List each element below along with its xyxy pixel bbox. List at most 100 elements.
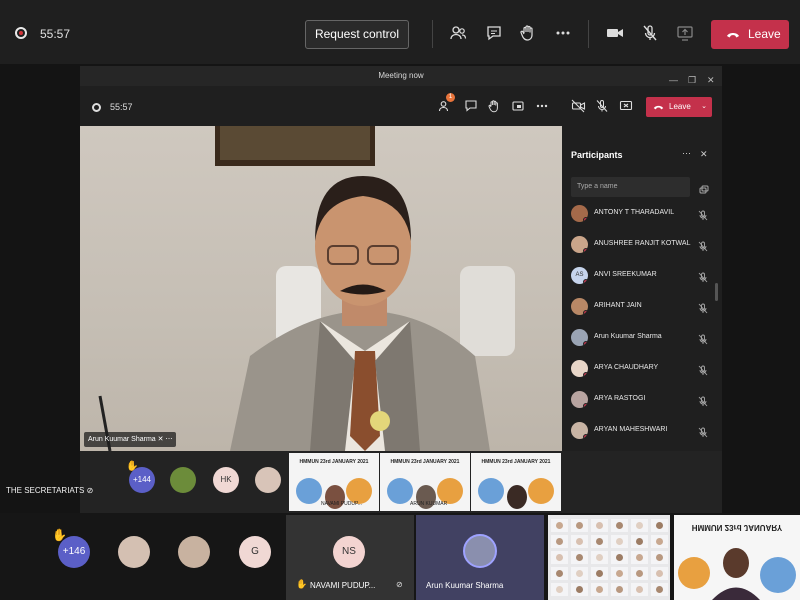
poster-text: HMMUN 23rd JANUARY 2021 (299, 459, 369, 465)
leave-label: Leave (748, 27, 781, 41)
request-control-button[interactable]: Request control (305, 20, 409, 49)
participant-avatar (571, 298, 588, 315)
gallery-face (616, 522, 623, 529)
panel-scrollbar[interactable] (715, 283, 718, 301)
participant-row[interactable]: ARYA CHAUDHARY (571, 359, 711, 379)
mic-off-icon[interactable] (698, 239, 708, 257)
mic-off-icon[interactable] (698, 270, 708, 288)
mic-off-icon[interactable] (698, 208, 708, 226)
overflow-count[interactable]: +146 (58, 536, 90, 568)
gallery-face (616, 570, 623, 577)
camera-off-icon[interactable] (570, 98, 586, 114)
mic-off-icon: ⊘ (396, 580, 403, 589)
share-screen-icon[interactable] (674, 22, 696, 44)
gallery-face (636, 522, 643, 529)
breakout-rooms-icon[interactable] (510, 98, 526, 114)
shared-meeting-window: Meeting now — ❐ ✕ 55:57 1 Leave ⌄ Arun K… (80, 66, 722, 513)
more-icon[interactable] (534, 98, 550, 114)
mic-off-icon[interactable] (698, 332, 708, 350)
secretariat-label-text: THE SECRETARIATS (6, 486, 85, 495)
status-dot-icon (583, 279, 588, 284)
leave-button[interactable]: Leave (711, 20, 789, 49)
status-dot-icon (583, 403, 588, 408)
gallery-face (636, 586, 643, 593)
inner-leave-button[interactable]: Leave ⌄ (646, 97, 712, 117)
recording-icon (15, 27, 27, 39)
participant-avatar (571, 329, 588, 346)
window-title: Meeting now (378, 71, 424, 80)
mic-off-icon[interactable] (594, 98, 610, 114)
gallery-face (596, 538, 603, 545)
status-dot-icon (583, 434, 588, 439)
mic-off-icon[interactable] (698, 301, 708, 319)
gallery-face (556, 586, 563, 593)
window-title-bar: Meeting now — ❐ ✕ (80, 66, 722, 86)
inner-toolbar: 55:57 1 Leave ⌄ (80, 86, 722, 126)
gallery-face (636, 554, 643, 561)
raise-hand-icon[interactable] (517, 22, 539, 44)
camera-icon[interactable] (604, 22, 626, 44)
participant-search-input[interactable]: Type a name (571, 177, 690, 197)
stop-share-icon[interactable] (618, 98, 634, 114)
participant-initials-hk: HK (213, 467, 239, 493)
participant-name: ANVI SREEKUMAR (594, 271, 657, 278)
gallery-strip: ✋ +146 G NS ✋ NAVAMI PUDUP... ⊘ Arun Kuu… (0, 513, 800, 600)
panel-more-icon[interactable]: ⋯ (682, 148, 691, 159)
gallery-face (656, 586, 663, 593)
chat-icon[interactable] (463, 98, 479, 114)
meeting-toolbar: 55:57 Request control Leave (0, 0, 800, 64)
participant-name: ANUSHREE RANJIT KOTWAL (594, 240, 691, 247)
participant-row[interactable]: AS ANVI SREEKUMAR (571, 266, 711, 286)
gallery-face (656, 522, 663, 529)
gallery-face (656, 554, 663, 561)
participant-poster-tile: HMMUN 23rd JANUARY 2021 NAVAMI PUDUP... (289, 453, 379, 511)
participants-badge: 1 (446, 93, 455, 102)
participant-name: ARYAN MAHESHWARI (594, 426, 668, 433)
participant-row[interactable]: ANTONY T THARADAVIL (571, 204, 711, 224)
participants-icon[interactable] (447, 22, 469, 44)
raise-hand-icon[interactable] (486, 98, 502, 114)
participant-row[interactable]: ARYAN MAHESHWARI (571, 421, 711, 441)
participant-name: Arun Kuumar Sharma (426, 581, 504, 590)
mic-off-icon[interactable] (698, 425, 708, 443)
un-emblem-icon (678, 548, 796, 600)
participants-icon[interactable]: 1 (437, 93, 455, 114)
participant-poster-tile: HMMUN 23rd JANUARY 2021 (471, 453, 561, 511)
participant-name: ARYA CHAUDHARY (594, 364, 659, 371)
participant-name: NAVAMI PUDUP... (310, 581, 376, 590)
more-icon[interactable] (552, 22, 574, 44)
gallery-face (556, 554, 563, 561)
participant-row[interactable]: ANUSHREE RANJIT KOTWAL (571, 235, 711, 255)
status-dot-icon (583, 341, 588, 346)
mic-off-icon[interactable] (698, 394, 708, 412)
gallery-face (556, 538, 563, 545)
phone-hangup-icon (727, 33, 739, 38)
phone-hangup-icon (653, 105, 664, 110)
share-invite-icon[interactable] (699, 182, 709, 200)
participant-row[interactable]: Arun Kuumar Sharma (571, 328, 711, 348)
panel-close-icon[interactable]: ✕ (700, 149, 708, 160)
mic-off-icon: ✕ (157, 436, 164, 443)
participant-row[interactable]: ARYA RASTOGI (571, 390, 711, 410)
poster-name: NAVAMI PUDUP... (321, 501, 362, 507)
poster-text: HMMUN 23rd JANUARY (691, 523, 783, 532)
gallery-face (616, 586, 623, 593)
overflow-count[interactable]: +144 (129, 467, 155, 493)
participant-avatar: AS (571, 267, 588, 284)
chat-icon[interactable] (483, 22, 505, 44)
toolbar-divider (588, 20, 589, 48)
participant-row[interactable]: ARIHANT JAIN (571, 297, 711, 317)
status-dot-icon (583, 217, 588, 222)
more-icon[interactable]: ⋯ (165, 436, 172, 443)
mic-off-icon[interactable] (698, 363, 708, 381)
gallery-face (616, 538, 623, 545)
gallery-grid-image (551, 519, 668, 596)
participant-tile-speaker: Arun Kuumar Sharma (416, 515, 544, 600)
mic-off-icon[interactable] (639, 22, 661, 44)
participant-avatar (571, 236, 588, 253)
poster-name: ARUN KUUMAR (410, 501, 448, 507)
gallery-face (656, 570, 663, 577)
chevron-down-icon[interactable]: ⌄ (701, 97, 707, 117)
participant-name: Arun Kuumar Sharma (594, 333, 662, 340)
speaker-name: Arun Kuumar Sharma (88, 436, 156, 443)
